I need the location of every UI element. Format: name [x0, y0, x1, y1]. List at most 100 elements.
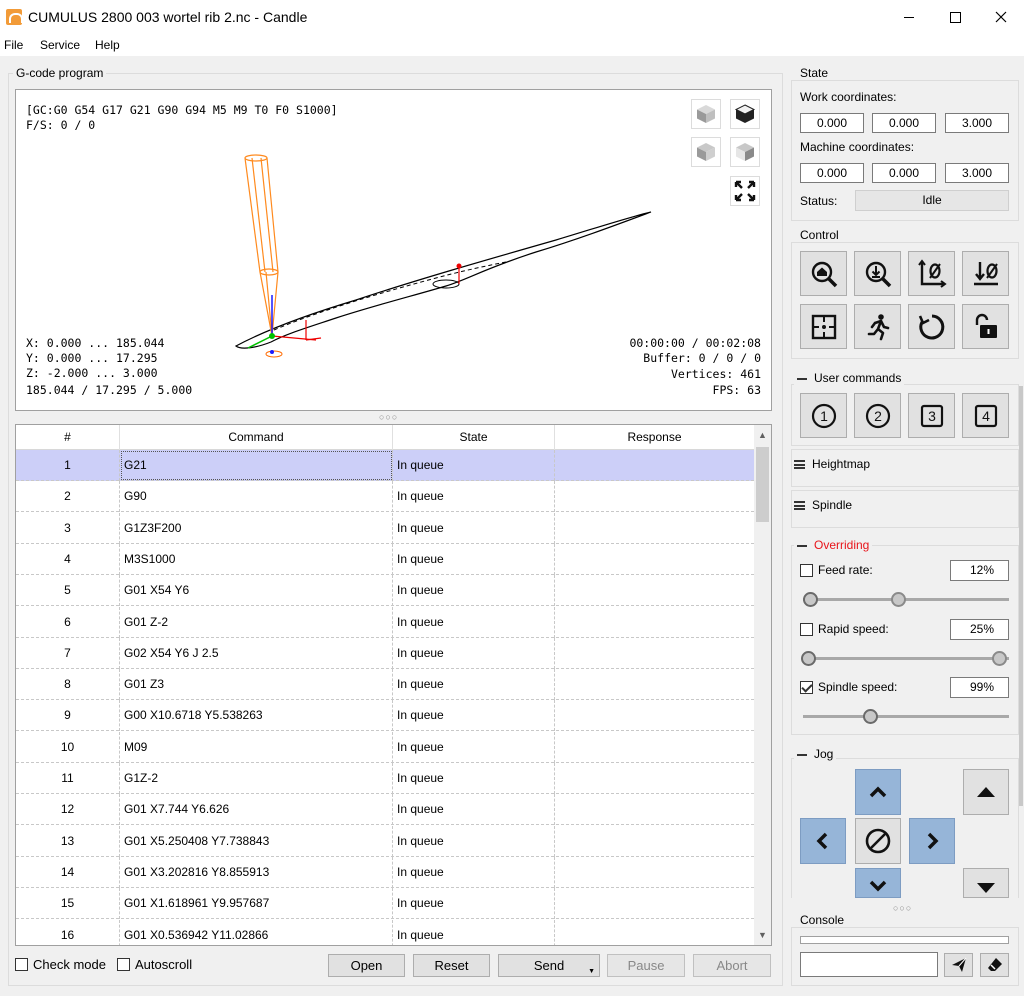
check-mode-box[interactable] [15, 958, 28, 971]
rapid-speed-value[interactable]: 25% [950, 619, 1009, 640]
jog-y-plus-button[interactable] [855, 769, 901, 815]
send-dropdown-arrow-icon[interactable]: ▼ [588, 961, 595, 982]
feed-rate-slider[interactable] [803, 592, 1009, 607]
spindle-speed-slider[interactable] [803, 709, 1009, 724]
row-number[interactable]: 13 [16, 825, 120, 857]
row-number[interactable]: 12 [16, 794, 120, 826]
jog-y-minus-button[interactable] [855, 868, 901, 898]
table-row[interactable]: 1 G21 In queue [16, 450, 754, 481]
menu-service[interactable]: Service [40, 38, 80, 52]
probe-button[interactable] [854, 251, 901, 296]
table-row[interactable]: 2 G90 In queue [16, 481, 754, 513]
reset-button[interactable]: Reset [413, 954, 490, 977]
column-header-number[interactable]: # [16, 425, 120, 450]
spindle-speed-checkbox[interactable]: Spindle speed: [800, 680, 897, 694]
row-response[interactable] [555, 513, 754, 544]
table-row[interactable]: 12 G01 X7.744 Y6.626 In queue [16, 794, 754, 826]
row-number[interactable]: 9 [16, 700, 120, 732]
row-state[interactable]: In queue [393, 575, 555, 607]
row-number[interactable]: 6 [16, 606, 120, 638]
check-mode-checkbox[interactable]: Check mode [15, 957, 106, 972]
jog-x-minus-button[interactable] [800, 818, 846, 864]
scroll-up-arrow-icon[interactable]: ▲ [754, 427, 771, 444]
row-response[interactable] [555, 763, 754, 794]
scroll-down-arrow-icon[interactable]: ▼ [754, 927, 771, 944]
spindle-speed-box[interactable] [800, 680, 813, 694]
row-state[interactable]: In queue [393, 606, 555, 638]
row-command[interactable]: G00 X10.6718 Y5.538263 [120, 700, 393, 732]
rapid-speed-checkbox[interactable]: Rapid speed: [800, 622, 889, 636]
row-command[interactable]: G02 X54 Y6 J 2.5 [120, 637, 393, 669]
spindle-speed-slider-handle[interactable] [863, 709, 878, 724]
menu-help[interactable]: Help [95, 38, 120, 52]
table-row[interactable]: 10 M09 In queue [16, 731, 754, 763]
row-state[interactable]: In queue [393, 700, 555, 732]
spindle-header[interactable]: Spindle [794, 498, 852, 512]
feed-rate-box[interactable] [800, 563, 813, 577]
jog-z-minus-button[interactable] [963, 868, 1009, 898]
autoscroll-box[interactable] [117, 958, 130, 971]
row-number[interactable]: 5 [16, 575, 120, 607]
zero-z-button[interactable] [962, 251, 1009, 296]
rapid-speed-slider[interactable] [801, 651, 1009, 666]
maximize-button[interactable] [932, 0, 978, 34]
row-state[interactable]: In queue [393, 825, 555, 857]
rapid-speed-slider-handle[interactable] [801, 651, 816, 666]
visualizer-viewport[interactable]: [GC:G0 G54 G17 G21 G90 G94 M5 M9 T0 F0 S… [15, 89, 772, 411]
heightmap-header[interactable]: Heightmap [794, 457, 870, 471]
table-row[interactable]: 3 G1Z3F200 In queue [16, 512, 754, 544]
row-number[interactable]: 10 [16, 731, 120, 763]
row-state[interactable]: In queue [393, 731, 555, 763]
row-response[interactable] [555, 920, 754, 946]
row-response[interactable] [555, 481, 754, 512]
right-panel-scrollbar[interactable] [1019, 376, 1024, 896]
row-state[interactable]: In queue [393, 543, 555, 575]
console-clear-button[interactable] [980, 953, 1009, 977]
feed-rate-slider-default-handle[interactable] [891, 592, 906, 607]
jog-stop-button[interactable] [855, 818, 901, 864]
table-row[interactable]: 16 G01 X0.536942 Y11.02866 In queue [16, 919, 754, 946]
row-state[interactable]: In queue [393, 794, 555, 826]
row-state[interactable]: In queue [393, 919, 555, 945]
row-state[interactable]: In queue [393, 763, 555, 794]
console-splitter[interactable]: ○○○ [893, 903, 912, 913]
table-row[interactable]: 6 G01 Z-2 In queue [16, 606, 754, 638]
row-command[interactable]: G01 X0.536942 Y11.02866 [120, 919, 393, 945]
row-number[interactable]: 2 [16, 481, 120, 513]
row-response[interactable] [555, 544, 754, 575]
user-command-1-button[interactable]: 1 [800, 393, 847, 438]
row-response[interactable] [555, 450, 754, 481]
home-button[interactable] [800, 251, 847, 296]
rapid-speed-slider-default-handle[interactable] [992, 651, 1007, 666]
spindle-speed-value[interactable]: 99% [950, 677, 1009, 698]
pause-button[interactable]: Pause [607, 954, 685, 977]
table-row[interactable]: 9 G00 X10.6718 Y5.538263 In queue [16, 700, 754, 732]
row-state[interactable]: In queue [393, 637, 555, 669]
table-scrollbar-thumb[interactable] [756, 447, 769, 522]
overriding-header[interactable]: Overriding [794, 538, 873, 552]
row-command[interactable]: G90 [120, 481, 393, 513]
rapid-speed-box[interactable] [800, 622, 813, 636]
zero-xy-button[interactable] [908, 251, 955, 296]
row-response[interactable] [555, 857, 754, 888]
jog-x-plus-button[interactable] [909, 818, 955, 864]
row-state[interactable]: In queue [393, 450, 555, 481]
user-command-3-button[interactable]: 3 [908, 393, 955, 438]
console-command-input[interactable] [800, 952, 938, 977]
feed-rate-checkbox[interactable]: Feed rate: [800, 563, 873, 577]
close-button[interactable] [978, 0, 1024, 34]
row-response[interactable] [555, 794, 754, 825]
row-response[interactable] [555, 888, 754, 919]
row-response[interactable] [555, 700, 754, 731]
jog-z-plus-button[interactable] [963, 769, 1009, 815]
row-number[interactable]: 3 [16, 512, 120, 544]
row-command[interactable]: G1Z-2 [120, 763, 393, 794]
console-output[interactable] [800, 936, 1009, 944]
row-command[interactable]: G01 X5.250408 Y7.738843 [120, 825, 393, 857]
table-row[interactable]: 8 G01 Z3 In queue [16, 669, 754, 701]
row-number[interactable]: 16 [16, 919, 120, 945]
row-number[interactable]: 11 [16, 763, 120, 794]
user-command-2-button[interactable]: 2 [854, 393, 901, 438]
row-state[interactable]: In queue [393, 512, 555, 544]
table-row[interactable]: 11 G1Z-2 In queue [16, 763, 754, 794]
